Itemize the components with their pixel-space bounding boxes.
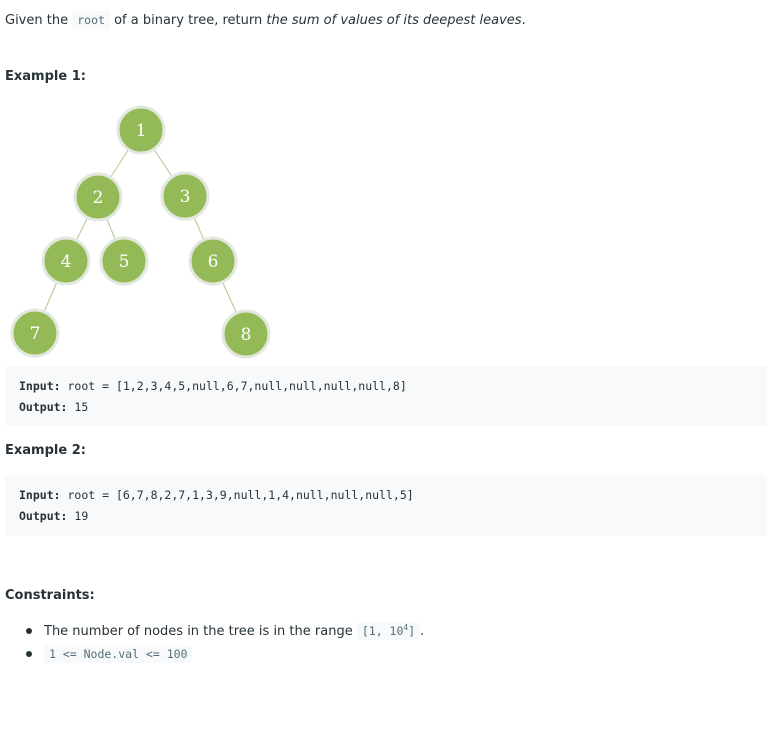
example-2-heading: Example 2:	[5, 443, 86, 458]
problem-statement: Given the root of a binary tree, return …	[5, 11, 526, 30]
intro-suffix: .	[521, 13, 526, 28]
tree-svg: 1 2 3 4 5 6 7 8	[10, 105, 271, 359]
problem-description: Given the root of a binary tree, return …	[0, 0, 777, 740]
tree-node-1-label: 1	[136, 121, 147, 141]
example-1-output-label: Output:	[19, 400, 68, 414]
range-code-prefix: [1, 10	[361, 624, 404, 638]
constraint-node-count-text: The number of nodes in the tree is in th…	[44, 624, 353, 639]
example-1-output-line: Output: 15	[19, 397, 767, 418]
bullet-icon	[26, 628, 32, 634]
example-2-input-value: root = [6,7,8,2,7,1,3,9,null,1,4,null,nu…	[67, 488, 414, 502]
constraints-list: The number of nodes in the tree is in th…	[24, 620, 424, 666]
example-1-input-value: root = [1,2,3,4,5,null,6,7,null,null,nul…	[67, 379, 407, 393]
tree-node-2-label: 2	[93, 188, 104, 208]
range-code-suffix: ]	[408, 624, 416, 638]
tree-node-6-label: 6	[208, 252, 219, 272]
intro-prefix: Given the	[5, 13, 69, 28]
example-2-output-line: Output: 19	[19, 506, 767, 527]
tree-node-1: 1	[116, 105, 166, 155]
tree-node-3-label: 3	[180, 187, 191, 207]
tree-node-8: 8	[221, 309, 271, 359]
tree-node-7: 7	[10, 308, 60, 358]
example-1-input-label: Input:	[19, 379, 61, 393]
constraints-heading: Constraints:	[5, 588, 95, 603]
bullet-icon	[26, 651, 32, 657]
example-2-output-value: 19	[74, 509, 89, 523]
tree-node-5: 5	[99, 236, 149, 286]
tree-node-2: 2	[73, 172, 123, 222]
intro-emphasis: the sum of values of its deepest leaves	[266, 13, 522, 28]
constraint-node-count: The number of nodes in the tree is in th…	[24, 620, 424, 643]
example-1-heading: Example 1:	[5, 69, 86, 84]
tree-node-4: 4	[41, 236, 91, 286]
tree-node-6: 6	[188, 236, 238, 286]
example-1-output-value: 15	[74, 400, 89, 414]
constraint-node-value: 1 <= Node.val <= 100	[24, 643, 424, 666]
example-2-input-label: Input:	[19, 488, 61, 502]
intro-middle: of a binary tree, return	[114, 13, 263, 28]
example-2-input-line: Input: root = [6,7,8,2,7,1,3,9,null,1,4,…	[19, 485, 767, 506]
constraint-range-code: [1, 104]	[356, 622, 421, 640]
example-2-output-label: Output:	[19, 509, 68, 523]
example-1-input-line: Input: root = [1,2,3,4,5,null,6,7,null,n…	[19, 376, 767, 397]
example-1-code-block: Input: root = [1,2,3,4,5,null,6,7,null,n…	[5, 366, 767, 426]
tree-node-3: 3	[160, 171, 210, 221]
constraint-value-code: 1 <= Node.val <= 100	[44, 645, 193, 663]
tree-node-8-label: 8	[241, 325, 252, 345]
constraint-node-count-end: .	[420, 624, 425, 639]
tree-node-5-label: 5	[119, 252, 130, 272]
example-1-tree-diagram: 1 2 3 4 5 6 7 8	[0, 98, 290, 363]
example-2-code-block: Input: root = [6,7,8,2,7,1,3,9,null,1,4,…	[5, 475, 767, 536]
tree-node-4-label: 4	[61, 252, 72, 272]
tree-node-7-label: 7	[30, 324, 41, 344]
root-inline-code: root	[72, 11, 110, 29]
